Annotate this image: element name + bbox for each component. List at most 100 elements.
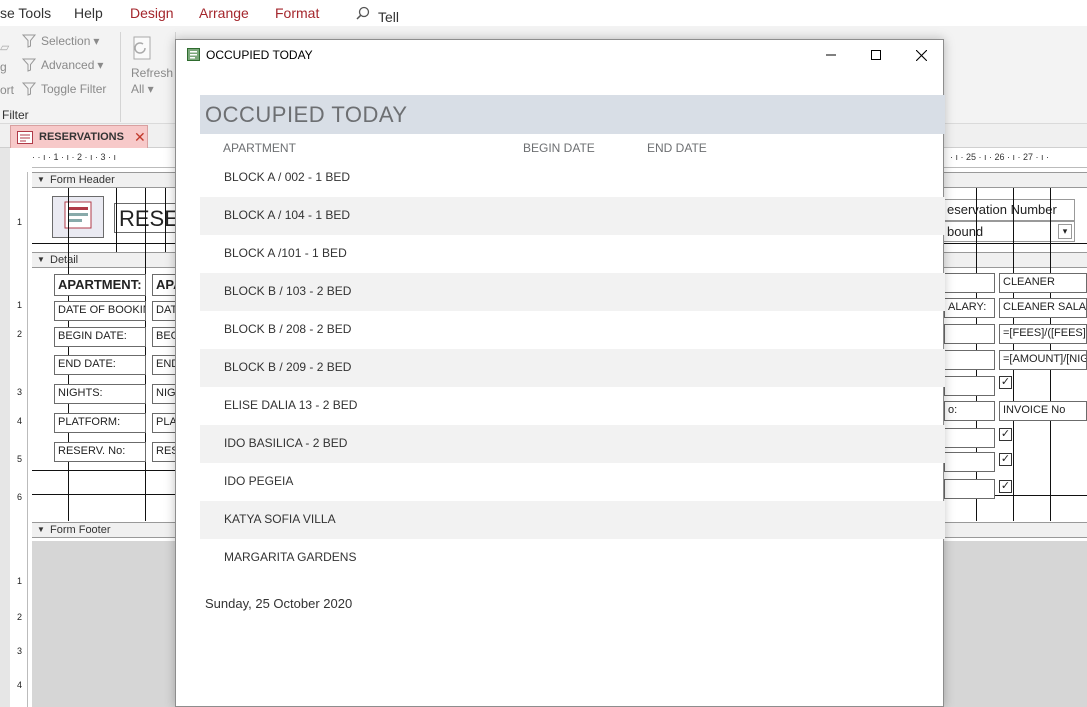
toggle-filter-label: Toggle Filter xyxy=(41,82,107,96)
report-row: BLOCK A / 104 - 1 BED xyxy=(200,197,945,235)
invoice-label[interactable]: o: xyxy=(944,401,995,421)
grid-line xyxy=(32,470,175,471)
begin-date-label[interactable]: BEGIN DATE: xyxy=(54,327,146,347)
tab-reservations-label: RESERVATIONS xyxy=(39,131,124,143)
checkbox-checked[interactable]: ✓ xyxy=(999,453,1012,466)
cleaner-field[interactable]: CLEANER xyxy=(999,273,1087,293)
window-title: OCCUPIED TODAY xyxy=(206,48,313,62)
chevron-down-icon: ▾ xyxy=(97,58,104,72)
grid-line xyxy=(32,494,175,495)
report-header-band: OCCUPIED TODAY xyxy=(200,95,945,134)
ruler-left-mark: 6 xyxy=(17,492,23,502)
tab-help[interactable]: Help xyxy=(74,5,103,21)
tab-reservations[interactable]: RESERVATIONS ✕ xyxy=(10,125,148,148)
apartment-cell: BLOCK A /101 - 1 BED xyxy=(224,246,347,260)
nights-label[interactable]: NIGHTS: xyxy=(54,384,146,404)
advanced-label: Advanced xyxy=(41,58,95,72)
report-row: BLOCK A / 002 - 1 BED xyxy=(200,159,945,197)
advanced-button[interactable]: Advanced ▾ xyxy=(22,58,103,72)
apartment-cell: MARGARITA GARDENS xyxy=(224,550,357,564)
close-button[interactable] xyxy=(898,40,944,70)
date-of-booking-label[interactable]: DATE OF BOOKIN xyxy=(54,301,146,321)
right-label-box[interactable] xyxy=(944,376,995,396)
apartment-cell: BLOCK A / 104 - 1 BED xyxy=(224,208,351,222)
report-icon xyxy=(187,48,200,61)
window-titlebar[interactable]: OCCUPIED TODAY xyxy=(176,40,943,70)
ruler-left-mark: 4 xyxy=(17,416,23,426)
tab-design[interactable]: Design xyxy=(130,5,174,21)
report-row: BLOCK A /101 - 1 BED xyxy=(200,235,945,273)
amount-formula-field[interactable]: =[AMOUNT]/[NIG xyxy=(999,350,1087,370)
ruler-left-mark: 3 xyxy=(17,387,23,397)
maximize-button[interactable] xyxy=(853,40,899,70)
reservation-number-label[interactable]: eservation Number xyxy=(943,199,1075,221)
report-footer-date: Sunday, 25 October 2020 xyxy=(205,596,353,611)
tell-me-search[interactable]: Tell me what you want to do xyxy=(356,4,408,121)
ruler-top-left: · · ı · 1 · ı · 2 · ı · 3 · ı xyxy=(32,152,117,162)
occupied-today-report-window[interactable]: OCCUPIED TODAY OCCUPIED TODAY APARTMENT … xyxy=(175,39,945,707)
minimize-button[interactable] xyxy=(808,40,854,70)
minimize-icon xyxy=(826,54,836,56)
selection-button[interactable]: Selection ▾ xyxy=(22,34,99,48)
report-row: ELISE DALIA 13 - 2 BED xyxy=(200,387,945,425)
apartment-cell: BLOCK B / 103 - 2 BED xyxy=(224,284,352,298)
close-icon[interactable]: ✕ xyxy=(134,129,146,146)
unbound-value: bound xyxy=(947,224,984,239)
report-row: IDO BASILICA - 2 BED xyxy=(200,425,945,463)
ruler-left-mark: 1 xyxy=(17,576,23,586)
toggle-filter-button[interactable]: Toggle Filter xyxy=(22,82,106,96)
ribbon-partial-label-2: ort xyxy=(0,83,15,97)
right-label-box[interactable] xyxy=(944,479,995,499)
reservation-number-combo[interactable]: bound ▾ xyxy=(943,221,1075,242)
salary-label[interactable]: ALARY: xyxy=(944,298,995,318)
ruler-left-mark: 5 xyxy=(17,454,23,464)
apartment-cell: BLOCK B / 208 - 2 BED xyxy=(224,322,352,336)
column-header-begin-date: BEGIN DATE xyxy=(523,141,595,155)
end-date-label[interactable]: END DATE: xyxy=(54,355,146,375)
ribbon-separator xyxy=(120,32,121,122)
close-icon xyxy=(915,49,927,61)
chevron-down-icon[interactable]: ▾ xyxy=(1058,224,1072,239)
ruler-left-mark: 2 xyxy=(17,329,23,339)
form-logo-image[interactable] xyxy=(52,196,104,238)
form-header-title[interactable]: RESE xyxy=(114,203,180,233)
selection-label: Selection xyxy=(41,34,91,48)
vertical-ruler: 1 1 2 3 4 5 6 1 2 3 4 5 xyxy=(12,172,28,707)
platform-label[interactable]: PLATFORM: xyxy=(54,413,146,433)
right-label-box[interactable] xyxy=(944,428,995,448)
column-header-apartment: APARTMENT xyxy=(223,141,296,155)
apartment-cell: BLOCK B / 209 - 2 BED xyxy=(224,360,352,374)
apartment-label[interactable]: APARTMENT: xyxy=(54,274,146,296)
checkbox-checked[interactable]: ✓ xyxy=(999,376,1012,389)
report-title: OCCUPIED TODAY xyxy=(205,102,408,127)
right-label-box[interactable] xyxy=(944,273,995,293)
refresh-label-1: Refresh xyxy=(131,66,174,80)
ruler-top-right: · ı · 25 · ı · 26 · ı · 27 · ı · xyxy=(950,152,1050,162)
right-label-box[interactable] xyxy=(944,452,995,472)
form-icon xyxy=(17,130,33,144)
checkbox-checked[interactable]: ✓ xyxy=(999,428,1012,441)
refresh-icon xyxy=(133,36,151,60)
right-label-box[interactable] xyxy=(944,324,995,344)
tab-database-tools[interactable]: se Tools xyxy=(0,5,51,21)
reserv-no-label[interactable]: RESERV. No: xyxy=(54,442,146,462)
column-header-end-date: END DATE xyxy=(647,141,707,155)
apartment-cell: IDO PEGEIA xyxy=(224,474,294,488)
apartment-cell: IDO BASILICA - 2 BED xyxy=(224,436,348,450)
refresh-all-button[interactable]: Refresh All ▾ xyxy=(131,34,173,96)
ruler-left-mark: 4 xyxy=(17,680,23,690)
fees-formula-field[interactable]: =[FEES]/([FEES]+ xyxy=(999,324,1087,344)
ruler-left-mark: 1 xyxy=(17,217,23,227)
report-row: BLOCK B / 103 - 2 BED xyxy=(200,273,945,311)
maximize-icon xyxy=(871,50,881,60)
invoice-no-field[interactable]: INVOICE No xyxy=(999,401,1087,421)
checkbox-checked[interactable]: ✓ xyxy=(999,480,1012,493)
apartment-cell: BLOCK A / 002 - 1 BED xyxy=(224,170,351,184)
cleaner-salary-field[interactable]: CLEANER SALARY xyxy=(999,298,1087,318)
tab-arrange[interactable]: Arrange xyxy=(199,5,249,21)
apartment-cell: KATYA SOFIA VILLA xyxy=(224,512,336,526)
report-row: MARGARITA GARDENS xyxy=(200,539,945,577)
ruler-left-mark: 3 xyxy=(17,646,23,656)
tab-format[interactable]: Format xyxy=(275,5,319,21)
right-label-box[interactable] xyxy=(944,350,995,370)
